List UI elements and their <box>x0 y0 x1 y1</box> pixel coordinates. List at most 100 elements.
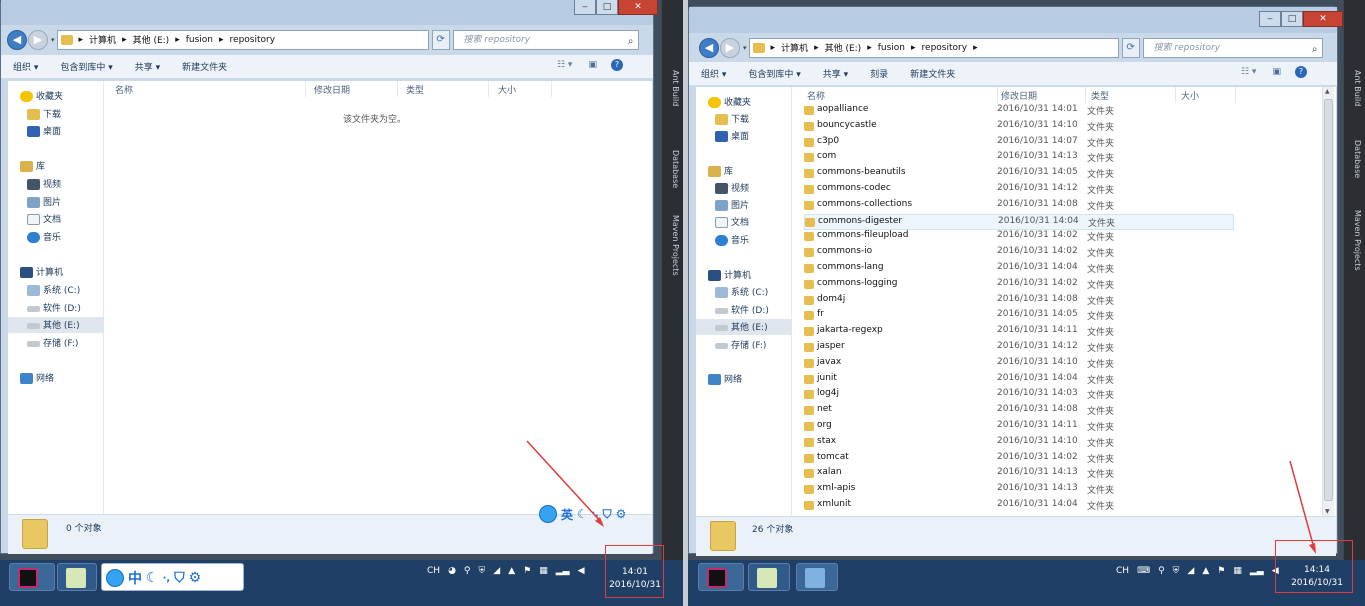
nav-music[interactable]: 音乐 <box>27 230 61 243</box>
tray-arrow-icon[interactable]: ◢ <box>1187 566 1194 576</box>
file-row[interactable]: dom4j 2016/10/31 14:08 文件夹 <box>804 293 1234 309</box>
search-input[interactable]: 搜索 repository ⌕ <box>1142 37 1323 59</box>
address-bar[interactable]: ▸ 计算机 ▸ 其他 (E:) ▸ fusion ▸ repository <box>56 29 429 50</box>
column-name[interactable]: 名称 <box>807 89 825 102</box>
moon-icon[interactable]: ☾ <box>146 570 159 586</box>
file-row[interactable]: bouncycastle 2016/10/31 14:10 文件夹 <box>804 119 1234 135</box>
file-row[interactable]: javax 2016/10/31 14:10 文件夹 <box>804 356 1234 372</box>
new-folder-button[interactable]: 新建文件夹 <box>910 67 955 80</box>
help-icon[interactable]: ? <box>1294 66 1307 78</box>
file-row[interactable]: commons-lang 2016/10/31 14:04 文件夹 <box>804 261 1234 277</box>
column-separator[interactable] <box>397 81 398 97</box>
tray-keyboard-icon[interactable]: ⌨ <box>1137 566 1150 576</box>
view-options-icon[interactable]: ☷ ▾ <box>1241 67 1256 77</box>
nav-videos[interactable]: 视频 <box>27 177 61 190</box>
column-name[interactable]: 名称 <box>115 83 133 96</box>
tray-device-icon[interactable]: ▦ <box>539 566 548 576</box>
settings-icon[interactable]: ⚙ <box>616 507 627 521</box>
ide-tab-ant-build[interactable]: Ant Build <box>665 70 680 106</box>
tray-shield-icon[interactable]: ⛨ <box>1173 566 1180 576</box>
skin-icon[interactable]: ⛉ <box>174 570 185 586</box>
file-row[interactable]: fr 2016/10/31 14:05 文件夹 <box>804 308 1234 324</box>
tray-usb-icon[interactable]: ⚲ <box>464 566 471 576</box>
column-type[interactable]: 类型 <box>406 83 424 96</box>
taskbar-explorer[interactable] <box>796 563 838 591</box>
minimize-button[interactable]: ‒ <box>1259 11 1281 27</box>
search-icon[interactable]: ⌕ <box>628 33 634 51</box>
include-in-library-menu[interactable]: 包含到库中 ▾ <box>60 60 112 73</box>
nav-drive-c[interactable]: 系统 (C:) <box>27 283 80 296</box>
search-icon[interactable]: ⌕ <box>1312 41 1318 59</box>
column-date[interactable]: 修改日期 <box>314 83 350 96</box>
ide-tab-maven-projects[interactable]: Maven Projects <box>665 215 680 276</box>
minimize-button[interactable]: ‒ <box>574 0 596 15</box>
nav-documents[interactable]: 文档 <box>27 212 61 225</box>
vertical-scrollbar[interactable]: ▲ ▼ <box>1322 87 1334 516</box>
back-button[interactable]: ◀ <box>7 29 27 50</box>
nav-pictures[interactable]: 图片 <box>27 195 61 208</box>
column-separator[interactable] <box>1085 87 1086 103</box>
file-row[interactable]: xalan 2016/10/31 14:13 文件夹 <box>804 466 1234 482</box>
history-dropdown-icon[interactable]: ▾ <box>743 44 747 52</box>
column-separator[interactable] <box>488 81 489 97</box>
ide-tab-maven-projects[interactable]: Maven Projects <box>1347 210 1362 271</box>
tray-alert-icon[interactable]: ▲ <box>508 566 515 576</box>
column-separator[interactable] <box>997 87 998 103</box>
scroll-up-icon[interactable]: ▲ <box>1325 88 1330 95</box>
breadcrumb-repository[interactable]: repository <box>230 35 276 45</box>
nav-network[interactable]: 网络 <box>708 372 742 385</box>
breadcrumb-drive[interactable]: 其他 (E:) <box>133 33 170 46</box>
nav-libraries[interactable]: 库 <box>20 159 45 172</box>
nav-drive-d[interactable]: 软件 (D:) <box>27 301 81 314</box>
nav-drive-d[interactable]: 软件 (D:) <box>715 303 769 316</box>
include-in-library-menu[interactable]: 包含到库中 ▾ <box>748 67 800 80</box>
tray-network-icon[interactable]: ▂▃ <box>1250 566 1264 576</box>
nav-pictures[interactable]: 图片 <box>715 198 749 211</box>
file-row[interactable]: commons-beanutils 2016/10/31 14:05 文件夹 <box>804 166 1234 182</box>
file-row[interactable]: stax 2016/10/31 14:10 文件夹 <box>804 435 1234 451</box>
maximize-button[interactable]: □ <box>1281 11 1303 27</box>
organize-menu[interactable]: 组织 ▾ <box>701 67 726 80</box>
tray-globe-icon[interactable]: ◕ <box>448 566 456 576</box>
column-size[interactable]: 大小 <box>498 83 516 96</box>
nav-drive-e[interactable]: 其他 (E:) <box>27 318 80 331</box>
forward-button[interactable]: ▶ <box>720 37 740 58</box>
file-row[interactable]: jasper 2016/10/31 14:12 文件夹 <box>804 340 1234 356</box>
column-date[interactable]: 修改日期 <box>1001 89 1037 102</box>
file-row[interactable]: commons-io 2016/10/31 14:02 文件夹 <box>804 245 1234 261</box>
nav-drive-f[interactable]: 存储 (F:) <box>715 338 766 351</box>
moon-icon[interactable]: ☾ <box>577 507 588 521</box>
ime-language[interactable]: 英 <box>561 506 573 523</box>
nav-computer[interactable]: 计算机 <box>708 268 751 281</box>
nav-drive-f[interactable]: 存储 (F:) <box>27 336 78 349</box>
tray-usb-icon[interactable]: ⚲ <box>1158 566 1165 576</box>
nav-libraries[interactable]: 库 <box>708 164 733 177</box>
taskbar-intellij[interactable] <box>9 563 55 591</box>
tray-network-icon[interactable]: ▂▃ <box>556 566 570 576</box>
punctuation-icon[interactable]: ·, <box>163 573 171 584</box>
breadcrumb-drive[interactable]: 其他 (E:) <box>825 41 862 54</box>
file-row[interactable]: commons-digester 2016/10/31 14:04 文件夹 <box>804 213 1234 230</box>
back-button[interactable]: ◀ <box>699 37 719 58</box>
column-separator[interactable] <box>1235 87 1236 103</box>
column-type[interactable]: 类型 <box>1091 89 1109 102</box>
file-row[interactable]: junit 2016/10/31 14:04 文件夹 <box>804 372 1234 388</box>
burn-button[interactable]: 刻录 <box>870 67 888 80</box>
breadcrumb-fusion[interactable]: fusion <box>186 35 213 45</box>
file-row[interactable]: net 2016/10/31 14:08 文件夹 <box>804 403 1234 419</box>
tray-shield-icon[interactable]: ⛨ <box>479 566 486 576</box>
view-options-icon[interactable]: ☷ ▾ <box>557 60 572 70</box>
nav-drive-e[interactable]: 其他 (E:) <box>715 320 768 333</box>
nav-network[interactable]: 网络 <box>20 371 54 384</box>
nav-drive-c[interactable]: 系统 (C:) <box>715 285 768 298</box>
nav-music[interactable]: 音乐 <box>715 233 749 246</box>
column-separator[interactable] <box>1175 87 1176 103</box>
ide-tab-ant-build[interactable]: Ant Build <box>1347 70 1362 106</box>
ide-tab-database[interactable]: Database <box>1347 140 1362 178</box>
file-row[interactable]: commons-codec 2016/10/31 14:12 文件夹 <box>804 182 1234 198</box>
new-folder-button[interactable]: 新建文件夹 <box>182 60 227 73</box>
tray-alert-icon[interactable]: ▲ <box>1202 566 1209 576</box>
nav-videos[interactable]: 视频 <box>715 181 749 194</box>
maximize-button[interactable]: □ <box>596 0 618 15</box>
refresh-button[interactable]: ⟳ <box>431 29 450 50</box>
